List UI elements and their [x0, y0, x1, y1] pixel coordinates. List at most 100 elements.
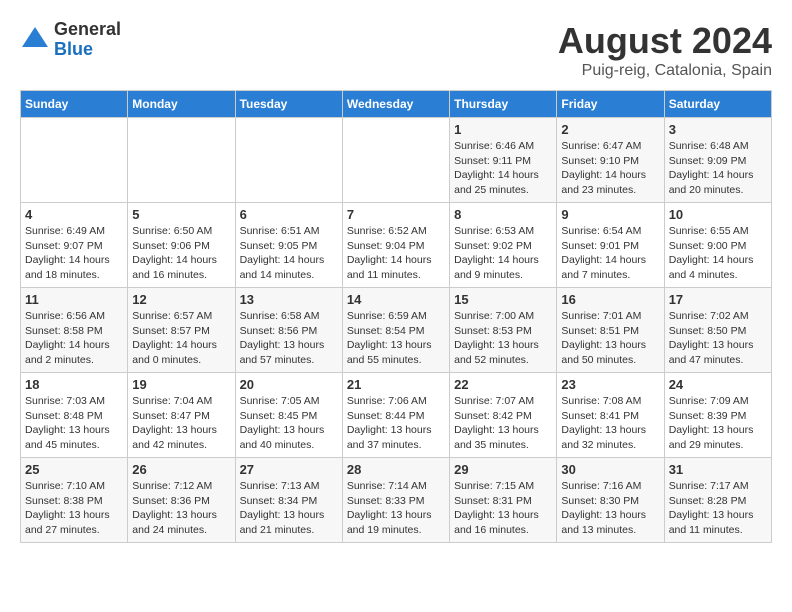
day-info: Sunrise: 7:17 AM Sunset: 8:28 PM Dayligh… — [669, 479, 767, 538]
calendar-cell: 5 Sunrise: 6:50 AM Sunset: 9:06 PM Daylig… — [128, 203, 235, 288]
day-info: Sunrise: 6:48 AM Sunset: 9:09 PM Dayligh… — [669, 139, 767, 198]
day-number: 2 — [561, 122, 659, 137]
day-info: Sunrise: 6:49 AM Sunset: 9:07 PM Dayligh… — [25, 224, 123, 283]
day-header-wednesday: Wednesday — [342, 91, 449, 118]
day-number: 6 — [240, 207, 338, 222]
day-header-sunday: Sunday — [21, 91, 128, 118]
calendar-cell: 18 Sunrise: 7:03 AM Sunset: 8:48 PM Dayli… — [21, 373, 128, 458]
day-info: Sunrise: 7:13 AM Sunset: 8:34 PM Dayligh… — [240, 479, 338, 538]
calendar-week-row: 25 Sunrise: 7:10 AM Sunset: 8:38 PM Dayli… — [21, 458, 772, 543]
calendar-cell: 13 Sunrise: 6:58 AM Sunset: 8:56 PM Dayli… — [235, 288, 342, 373]
day-number: 9 — [561, 207, 659, 222]
day-header-tuesday: Tuesday — [235, 91, 342, 118]
day-number: 4 — [25, 207, 123, 222]
day-info: Sunrise: 7:00 AM Sunset: 8:53 PM Dayligh… — [454, 309, 552, 368]
day-info: Sunrise: 6:58 AM Sunset: 8:56 PM Dayligh… — [240, 309, 338, 368]
day-info: Sunrise: 7:06 AM Sunset: 8:44 PM Dayligh… — [347, 394, 445, 453]
calendar-week-row: 1 Sunrise: 6:46 AM Sunset: 9:11 PM Daylig… — [21, 118, 772, 203]
main-title: August 2024 — [558, 20, 772, 62]
day-number: 10 — [669, 207, 767, 222]
calendar-header: SundayMondayTuesdayWednesdayThursdayFrid… — [21, 91, 772, 118]
day-number: 24 — [669, 377, 767, 392]
day-header-monday: Monday — [128, 91, 235, 118]
day-info: Sunrise: 7:07 AM Sunset: 8:42 PM Dayligh… — [454, 394, 552, 453]
day-number: 7 — [347, 207, 445, 222]
calendar-cell: 27Sunrise: 7:13 AM Sunset: 8:34 PM Dayli… — [235, 458, 342, 543]
day-number: 22 — [454, 377, 552, 392]
calendar-cell: 21 Sunrise: 7:06 AM Sunset: 8:44 PM Dayli… — [342, 373, 449, 458]
calendar-cell: 29 Sunrise: 7:15 AM Sunset: 8:31 PM Dayli… — [450, 458, 557, 543]
logo-icon — [20, 25, 50, 55]
day-info: Sunrise: 7:16 AM Sunset: 8:30 PM Dayligh… — [561, 479, 659, 538]
calendar-cell: 25 Sunrise: 7:10 AM Sunset: 8:38 PM Dayli… — [21, 458, 128, 543]
day-number: 5 — [132, 207, 230, 222]
day-number: 20 — [240, 377, 338, 392]
calendar-cell: 8Sunrise: 6:53 AM Sunset: 9:02 PM Daylig… — [450, 203, 557, 288]
day-header-friday: Friday — [557, 91, 664, 118]
calendar-week-row: 11 Sunrise: 6:56 AM Sunset: 8:58 PM Dayli… — [21, 288, 772, 373]
day-info: Sunrise: 7:01 AM Sunset: 8:51 PM Dayligh… — [561, 309, 659, 368]
day-number: 25 — [25, 462, 123, 477]
day-info: Sunrise: 7:03 AM Sunset: 8:48 PM Dayligh… — [25, 394, 123, 453]
day-header-thursday: Thursday — [450, 91, 557, 118]
day-number: 1 — [454, 122, 552, 137]
subtitle: Puig-reig, Catalonia, Spain — [558, 62, 772, 80]
day-number: 13 — [240, 292, 338, 307]
day-number: 21 — [347, 377, 445, 392]
day-info: Sunrise: 6:47 AM Sunset: 9:10 PM Dayligh… — [561, 139, 659, 198]
day-number: 17 — [669, 292, 767, 307]
calendar-cell — [21, 118, 128, 203]
calendar-cell: 14Sunrise: 6:59 AM Sunset: 8:54 PM Dayli… — [342, 288, 449, 373]
calendar-body: 1 Sunrise: 6:46 AM Sunset: 9:11 PM Daylig… — [21, 118, 772, 543]
day-number: 30 — [561, 462, 659, 477]
calendar-cell: 17 Sunrise: 7:02 AM Sunset: 8:50 PM Dayli… — [664, 288, 771, 373]
calendar-cell: 26Sunrise: 7:12 AM Sunset: 8:36 PM Dayli… — [128, 458, 235, 543]
day-number: 15 — [454, 292, 552, 307]
day-number: 31 — [669, 462, 767, 477]
logo-general-text: General — [54, 20, 121, 40]
day-info: Sunrise: 7:09 AM Sunset: 8:39 PM Dayligh… — [669, 394, 767, 453]
day-number: 16 — [561, 292, 659, 307]
day-info: Sunrise: 7:02 AM Sunset: 8:50 PM Dayligh… — [669, 309, 767, 368]
calendar-cell: 3 Sunrise: 6:48 AM Sunset: 9:09 PM Daylig… — [664, 118, 771, 203]
day-info: Sunrise: 7:08 AM Sunset: 8:41 PM Dayligh… — [561, 394, 659, 453]
logo: General Blue — [20, 20, 121, 60]
day-info: Sunrise: 7:14 AM Sunset: 8:33 PM Dayligh… — [347, 479, 445, 538]
day-info: Sunrise: 6:55 AM Sunset: 9:00 PM Dayligh… — [669, 224, 767, 283]
calendar-cell: 12Sunrise: 6:57 AM Sunset: 8:57 PM Dayli… — [128, 288, 235, 373]
logo-text: General Blue — [54, 20, 121, 60]
logo-blue-text: Blue — [54, 40, 121, 60]
day-number: 19 — [132, 377, 230, 392]
calendar-cell: 31 Sunrise: 7:17 AM Sunset: 8:28 PM Dayli… — [664, 458, 771, 543]
calendar-cell: 11 Sunrise: 6:56 AM Sunset: 8:58 PM Dayli… — [21, 288, 128, 373]
day-header-saturday: Saturday — [664, 91, 771, 118]
day-info: Sunrise: 7:10 AM Sunset: 8:38 PM Dayligh… — [25, 479, 123, 538]
day-info: Sunrise: 7:05 AM Sunset: 8:45 PM Dayligh… — [240, 394, 338, 453]
calendar-cell: 4 Sunrise: 6:49 AM Sunset: 9:07 PM Daylig… — [21, 203, 128, 288]
calendar-cell — [235, 118, 342, 203]
day-number: 18 — [25, 377, 123, 392]
day-info: Sunrise: 6:46 AM Sunset: 9:11 PM Dayligh… — [454, 139, 552, 198]
day-info: Sunrise: 6:50 AM Sunset: 9:06 PM Dayligh… — [132, 224, 230, 283]
day-info: Sunrise: 6:59 AM Sunset: 8:54 PM Dayligh… — [347, 309, 445, 368]
day-info: Sunrise: 6:56 AM Sunset: 8:58 PM Dayligh… — [25, 309, 123, 368]
day-info: Sunrise: 6:54 AM Sunset: 9:01 PM Dayligh… — [561, 224, 659, 283]
calendar-cell: 24 Sunrise: 7:09 AM Sunset: 8:39 PM Dayli… — [664, 373, 771, 458]
day-number: 12 — [132, 292, 230, 307]
day-number: 29 — [454, 462, 552, 477]
calendar-cell: 22 Sunrise: 7:07 AM Sunset: 8:42 PM Dayli… — [450, 373, 557, 458]
day-number: 11 — [25, 292, 123, 307]
calendar-cell: 15 Sunrise: 7:00 AM Sunset: 8:53 PM Dayli… — [450, 288, 557, 373]
calendar-cell — [128, 118, 235, 203]
calendar-cell: 7 Sunrise: 6:52 AM Sunset: 9:04 PM Daylig… — [342, 203, 449, 288]
calendar-cell: 30 Sunrise: 7:16 AM Sunset: 8:30 PM Dayli… — [557, 458, 664, 543]
calendar-cell: 2 Sunrise: 6:47 AM Sunset: 9:10 PM Daylig… — [557, 118, 664, 203]
calendar-week-row: 18 Sunrise: 7:03 AM Sunset: 8:48 PM Dayli… — [21, 373, 772, 458]
day-info: Sunrise: 6:52 AM Sunset: 9:04 PM Dayligh… — [347, 224, 445, 283]
day-number: 28 — [347, 462, 445, 477]
day-info: Sunrise: 7:15 AM Sunset: 8:31 PM Dayligh… — [454, 479, 552, 538]
calendar-cell: 28 Sunrise: 7:14 AM Sunset: 8:33 PM Dayli… — [342, 458, 449, 543]
calendar-cell: 16 Sunrise: 7:01 AM Sunset: 8:51 PM Dayli… — [557, 288, 664, 373]
title-block: August 2024 Puig-reig, Catalonia, Spain — [558, 20, 772, 80]
day-number: 3 — [669, 122, 767, 137]
